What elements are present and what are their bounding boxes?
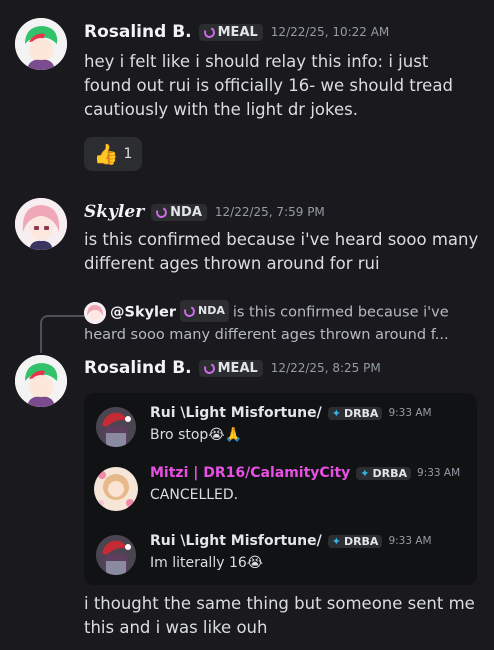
guild-tag-icon xyxy=(202,360,217,376)
embed-text: CANCELLED. xyxy=(150,487,239,503)
thumbs-up-emoji: 👍 xyxy=(93,142,119,166)
image-attachment[interactable]: Rui \Light Misfortune/ ✦ DRBA 9:33 AM Bro… xyxy=(84,393,477,585)
reply-connector xyxy=(40,315,84,353)
avatar-skyler[interactable] xyxy=(15,198,67,250)
reply-preview[interactable]: @Skyler NDA is this confirmed because i've… xyxy=(84,300,480,346)
reply-guild-tag: NDA xyxy=(180,300,229,322)
guild-tag[interactable]: MEAL xyxy=(198,23,263,41)
avatar-rui xyxy=(96,535,136,575)
username[interactable]: Skyler xyxy=(84,202,144,222)
message-text: i thought the same thing but someone sen… xyxy=(84,594,475,637)
username[interactable]: Rosalind B. xyxy=(84,22,192,42)
embed-tag: ✦ DRBA xyxy=(327,534,383,548)
embed-username: Mitzi | DR16/CalamityCity xyxy=(150,465,351,481)
embed-text: Bro stop😭🙏 xyxy=(150,427,243,443)
embed-username: Rui \Light Misfortune/ xyxy=(150,533,322,549)
message-text: is this confirmed because i've heard soo… xyxy=(84,230,479,273)
feather-icon: ✦ xyxy=(331,406,341,420)
avatar-rosalind[interactable] xyxy=(15,355,67,407)
embed-tag: ✦ DRBA xyxy=(356,466,412,480)
username[interactable]: Rosalind B. xyxy=(84,358,192,378)
embed-timestamp: 9:33 AM xyxy=(388,407,432,419)
reply-avatar xyxy=(84,301,106,324)
embed-timestamp: 9:33 AM xyxy=(417,467,461,479)
message-text: hey i felt like i should relay this info… xyxy=(84,52,453,119)
embed-tag-label: DRBA xyxy=(343,534,379,548)
avatar-mitzi xyxy=(94,467,138,511)
timestamp: 12/22/25, 8:25 PM xyxy=(270,361,381,375)
guild-tag[interactable]: MEAL xyxy=(198,359,263,377)
reaction-count: 1 xyxy=(123,146,133,162)
guild-tag-label: NDA xyxy=(170,204,202,220)
embed-tag-label: DRBA xyxy=(372,466,408,480)
reply-username[interactable]: @Skyler xyxy=(110,305,176,321)
embed-text: Im literally 16😭 xyxy=(150,555,264,571)
reaction-button[interactable]: 👍 1 xyxy=(84,137,142,171)
guild-tag-icon xyxy=(182,303,197,319)
guild-tag-icon xyxy=(154,204,169,220)
embed-timestamp: 9:33 AM xyxy=(388,535,432,547)
embed-username: Rui \Light Misfortune/ xyxy=(150,405,322,421)
embed-tag-label: DRBA xyxy=(343,406,379,420)
guild-tag-icon xyxy=(202,24,217,40)
timestamp: 12/22/25, 7:59 PM xyxy=(214,205,325,219)
embed-tag: ✦ DRBA xyxy=(327,406,383,420)
reply-tag-label: NDA xyxy=(198,304,225,317)
guild-tag-label: MEAL xyxy=(217,24,258,40)
guild-tag-label: MEAL xyxy=(217,360,258,376)
guild-tag[interactable]: NDA xyxy=(151,203,207,221)
avatar-rosalind[interactable] xyxy=(15,18,67,70)
feather-icon: ✦ xyxy=(360,466,370,480)
feather-icon: ✦ xyxy=(331,534,341,548)
timestamp: 12/22/25, 10:22 AM xyxy=(270,25,390,39)
avatar-rui xyxy=(96,407,136,447)
